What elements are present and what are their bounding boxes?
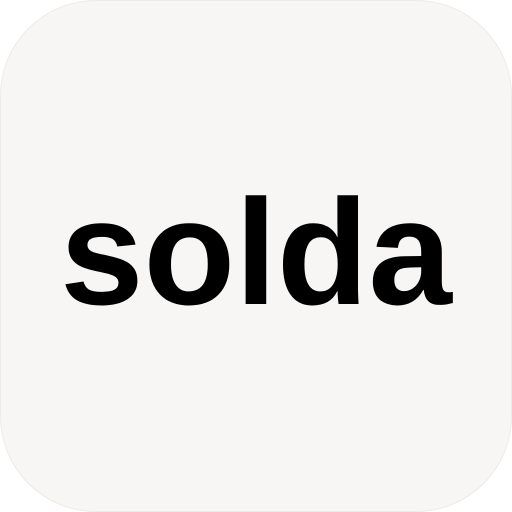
- app-icon[interactable]: solda: [0, 0, 512, 512]
- app-wordmark: solda: [60, 168, 452, 336]
